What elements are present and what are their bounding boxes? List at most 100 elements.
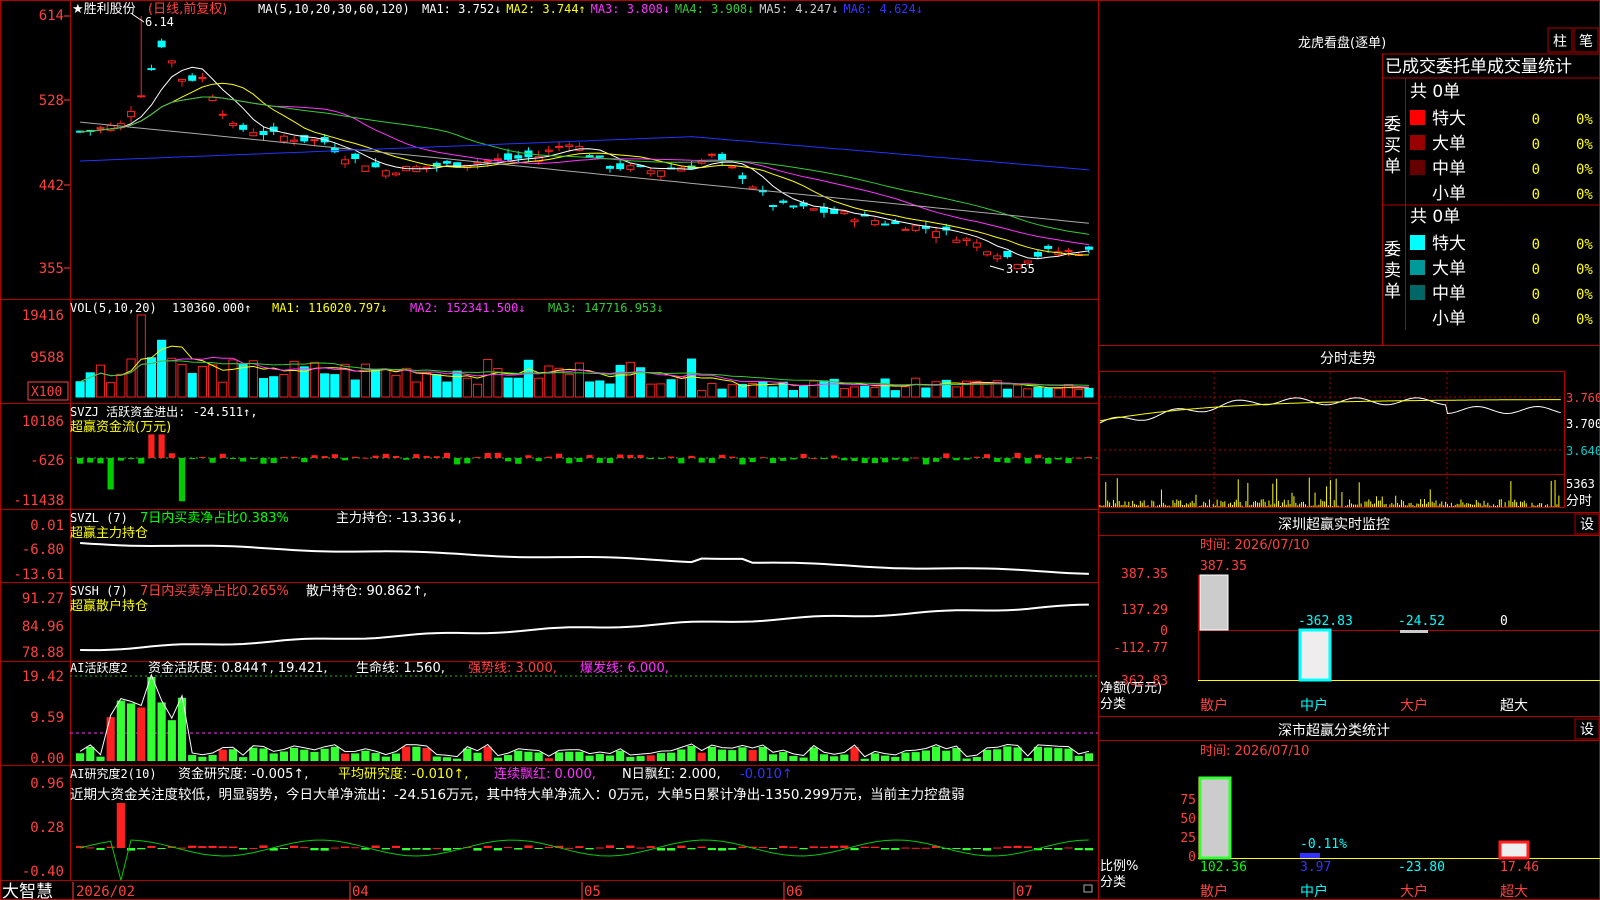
volume-bar [697, 389, 707, 398]
sell-row-label: 中单 [1432, 284, 1466, 304]
ai-burst: 爆发线: 6.000, [580, 660, 669, 676]
szc-settings-label[interactable]: 设 [1580, 722, 1594, 738]
volume-bar [432, 374, 442, 398]
ai-bar [228, 749, 238, 761]
ai-bar [157, 702, 166, 761]
candle-body [809, 208, 818, 211]
candle-body [1044, 245, 1053, 249]
ai-activity-line [79, 673, 1090, 758]
vol-header: VOL(5,10,20) [70, 301, 157, 315]
szc-cat-3: 大户 [1400, 883, 1428, 900]
ai-bar [921, 750, 930, 761]
szc-bar-mid [1300, 853, 1320, 858]
buy-row-value: 0 [1532, 162, 1540, 178]
res-tick-3: -0.40 [22, 864, 64, 880]
candle-body [769, 205, 778, 208]
candle-body [137, 95, 146, 98]
research-bar [789, 846, 798, 848]
app-logo[interactable]: 大智慧 [2, 882, 53, 900]
timeline-panel[interactable]: 分时走势 3.760 3.700 3.640 5363 分时 [1098, 345, 1600, 510]
ai-bar [524, 751, 533, 761]
volume-bar [1074, 388, 1084, 398]
ai-bar [860, 758, 869, 761]
pen-mode-label[interactable]: 笔 [1579, 34, 1593, 50]
bar-mode-label[interactable]: 柱 [1553, 34, 1567, 50]
volume-bar [595, 380, 605, 398]
ai-bar [758, 746, 767, 761]
research-bar [320, 848, 329, 851]
candle-body [218, 113, 227, 116]
candle-body [646, 170, 655, 175]
ai-bar [626, 756, 635, 761]
svzj-bar [433, 456, 440, 458]
svzl-tick-1: 0.01 [30, 518, 64, 534]
research-bar [228, 846, 238, 848]
candle-body [157, 40, 166, 48]
candle-body [595, 155, 604, 158]
sell-color-swatch [1410, 285, 1425, 300]
ma-params: MA(5,10,20,30,60,120) [258, 2, 410, 16]
ai-bar [982, 749, 992, 761]
volume-bar [809, 380, 819, 398]
research-bar [819, 846, 829, 848]
szm-cat-3: 大户 [1400, 697, 1428, 714]
szm-unit: 净额(万元) [1100, 681, 1162, 696]
candle-body [911, 225, 920, 231]
volume-bar [421, 372, 432, 398]
ai-bar [1013, 747, 1022, 761]
szc-cat-label: 分类 [1100, 875, 1126, 890]
candle-body [198, 76, 207, 80]
research-bar [962, 848, 971, 851]
svzj-bar [932, 458, 940, 462]
research-bar [830, 845, 839, 848]
date-label-2: 04 [352, 884, 369, 900]
research-bar [259, 845, 268, 848]
svzj-bar [810, 457, 817, 459]
candle-body [422, 166, 431, 169]
lock-icon[interactable] [1083, 884, 1093, 893]
szm-value-big: -24.52 [1398, 614, 1445, 629]
high-marker: 6.14 [145, 15, 174, 29]
svzj-bar [148, 434, 155, 458]
volume-bar [411, 381, 421, 398]
candle-body [96, 127, 105, 130]
svsh-tick-3: 78.88 [22, 645, 64, 661]
research-bar [534, 848, 543, 849]
research-bar [993, 847, 1002, 849]
candle-body [514, 155, 523, 159]
svzj-bar [820, 458, 828, 459]
ai-bar [1064, 748, 1073, 761]
svzj-bar [158, 434, 165, 458]
svzj-bar [861, 458, 868, 464]
svzl-prefix: SVZL (7) [70, 511, 128, 525]
stock-title[interactable]: ★胜利股份 [72, 2, 136, 17]
ai-bar [616, 750, 625, 761]
volume-bar [126, 358, 136, 398]
svzj-bar [1045, 458, 1052, 464]
price-chart[interactable] [76, 16, 1093, 270]
ai-bar [473, 752, 482, 761]
volume-bar [187, 372, 197, 398]
volume-bar [727, 384, 737, 398]
ma-legend-item: MA2: 3.744↑ [506, 2, 585, 16]
candle-body [361, 165, 370, 172]
candlestick-series [76, 16, 1093, 270]
ai-bar [962, 758, 971, 761]
svzj-bar [943, 453, 950, 458]
ai-bar [728, 750, 737, 761]
research-bar [157, 848, 166, 849]
research-bar [972, 848, 981, 849]
research-bar [86, 847, 95, 849]
research-bar [840, 845, 849, 848]
ai-bar [463, 748, 472, 761]
research-bar [881, 848, 890, 850]
ai-bar [993, 749, 1002, 761]
szm-settings-label[interactable]: 设 [1580, 517, 1594, 533]
volume-bar [442, 381, 452, 398]
vol-unit[interactable]: X100 [31, 385, 62, 400]
svzj-bar [657, 458, 665, 459]
ai-bar [768, 754, 778, 761]
svzj-bar [250, 458, 257, 459]
ai-bar [483, 746, 492, 761]
ai-bar [687, 746, 696, 761]
